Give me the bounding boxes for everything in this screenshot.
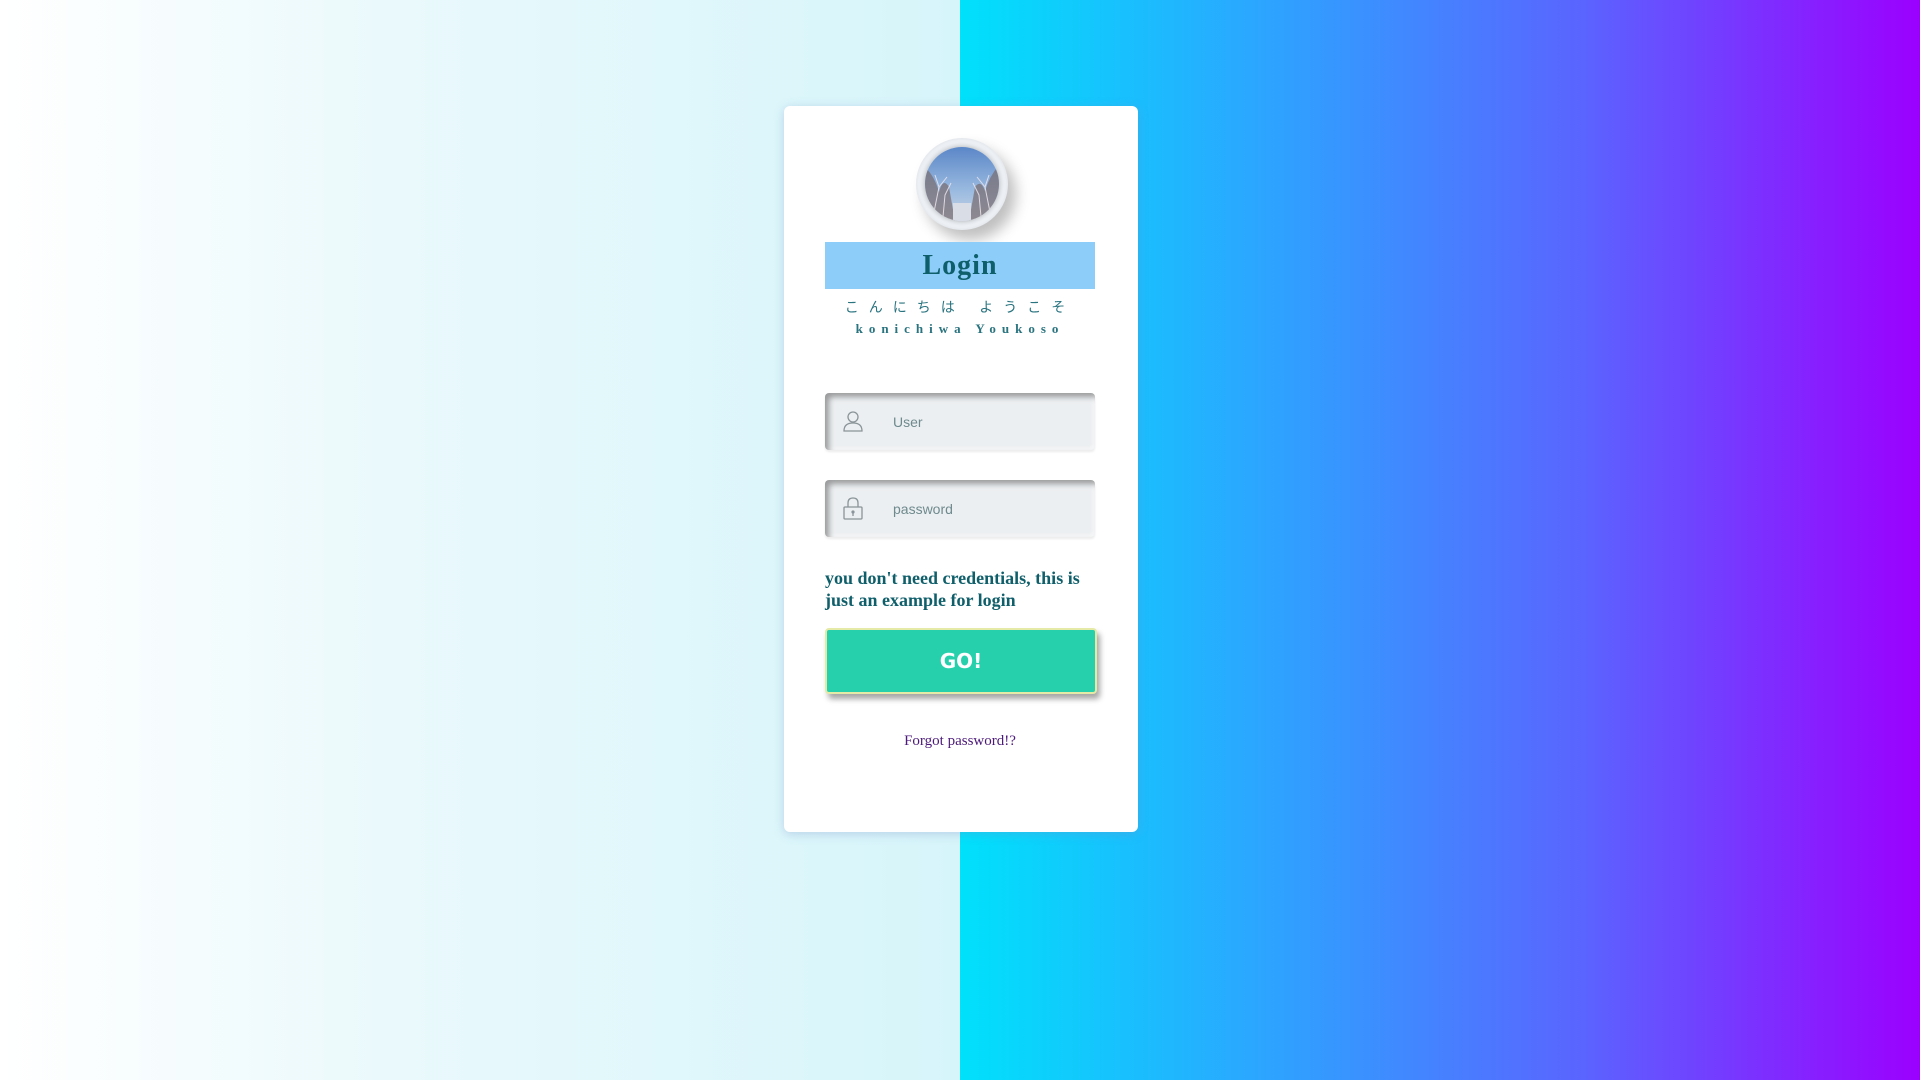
forgot-password-link[interactable]: Forgot password!? [825,733,1095,750]
avatar [925,147,999,221]
avatar-frame [916,138,1008,230]
go-button[interactable]: GO! [825,628,1097,694]
user-icon [843,411,863,432]
user-input[interactable] [893,393,1083,450]
user-field[interactable] [825,393,1095,450]
password-input[interactable] [893,480,1083,537]
login-card: Login こんにちは ようこそ konichiwa Youkoso you d… [784,106,1138,832]
credentials-note: you don't need credentials, this is just… [825,568,1080,610]
welcome-japanese: こんにちは ようこそ [844,300,1076,316]
page-title: Login [825,242,1095,289]
avatar-tree-photo-icon [925,147,999,221]
lock-icon [843,497,863,520]
password-field[interactable] [825,480,1095,537]
welcome-romaji: konichiwa Youkoso [855,321,1065,336]
